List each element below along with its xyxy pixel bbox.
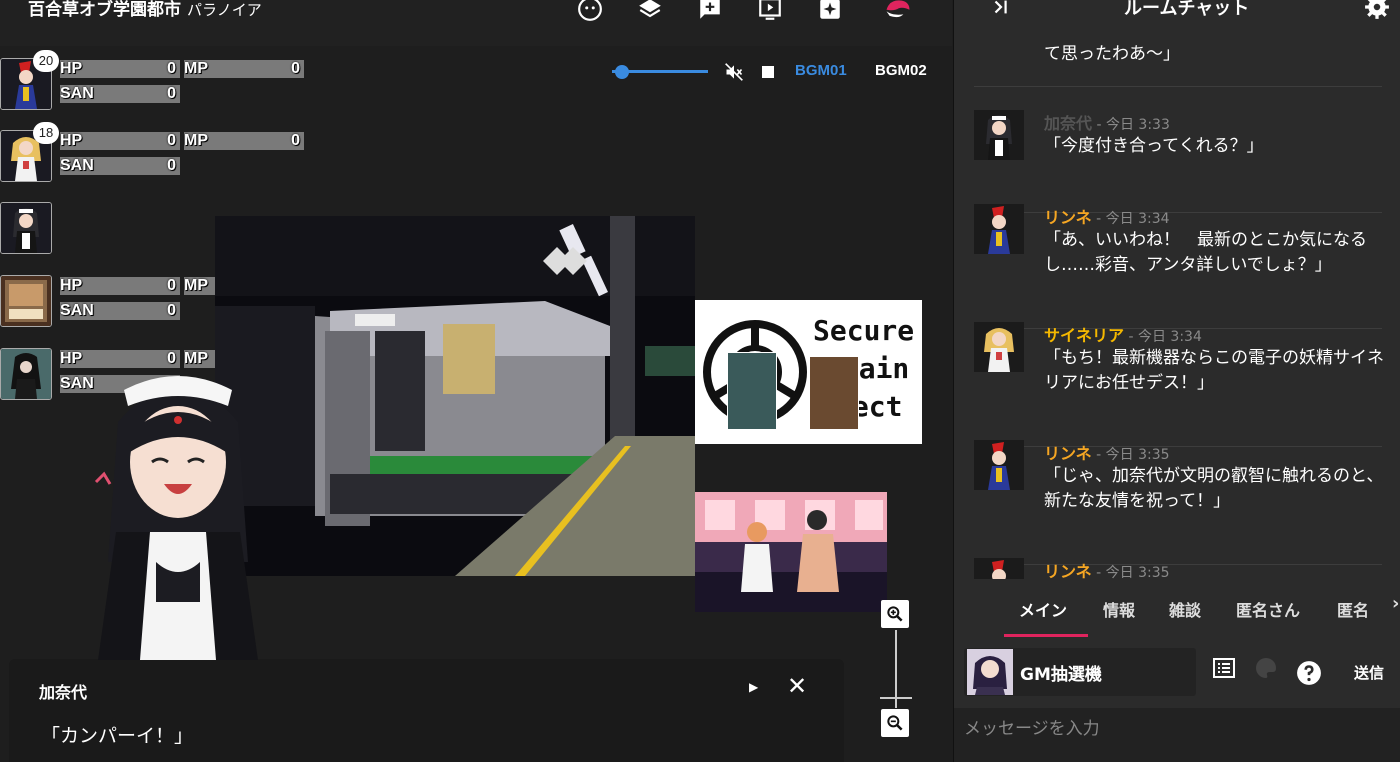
gear-icon[interactable] (1364, 0, 1390, 24)
add-comment-icon[interactable] (697, 0, 723, 22)
zoom-in-icon[interactable] (881, 600, 909, 628)
face-icon[interactable] (577, 0, 603, 22)
character-avatar-agent[interactable] (0, 348, 52, 400)
tab-chatter[interactable]: 雑談 (1169, 597, 1201, 621)
stat-bar: MP0 (184, 60, 304, 78)
brand-logo-icon (881, 0, 915, 22)
tabs-scroll-icon[interactable]: › (1392, 593, 1399, 614)
volume-mute-icon[interactable] (724, 62, 744, 82)
chat-composer: GM抽選機 送信 メッセージを入力 (954, 638, 1400, 762)
chat-message: リンネ - 今日 3:34 「あ、いいわね！ 最新のとこか気になるし……彩音、ア… (974, 204, 1382, 329)
chat-message-list[interactable]: て思ったわあ～」 加奈代 - 今日 3:33 「今度付き合ってくれる？」 リンネ… (954, 34, 1400, 579)
room-toolbar: 百合草オブ学園都市 パラノイア (0, 0, 952, 46)
character-badge: 18 (33, 122, 59, 144)
stat-bar: SAN0 (60, 157, 180, 175)
list-icon[interactable] (1212, 656, 1236, 684)
avatar (974, 440, 1024, 490)
message-speaker: 加奈代 (39, 683, 88, 702)
stat-bar: SAN0 (60, 302, 180, 320)
layers-icon[interactable] (637, 0, 663, 22)
tab-anonymous-2[interactable]: 匿名 (1337, 597, 1369, 621)
stat-bar: MP0 (184, 132, 304, 150)
chat-message: リンネ - 今日 3:35 (974, 558, 1382, 579)
character-avatar-card[interactable] (0, 275, 52, 327)
stat-bar: SAN0 (60, 85, 180, 103)
palette-icon[interactable] (1254, 656, 1278, 684)
tab-info[interactable]: 情報 (1103, 597, 1135, 621)
scp-logo-card[interactable]: Secure ntain tect (695, 300, 922, 444)
chat-message: て思ったわあ～」 (974, 34, 1382, 87)
chat-message: リンネ - 今日 3:35 「じゃ、加奈代が文明の叡智に触れるのと、新たな友情を… (974, 440, 1383, 565)
message-text: 「カンパーイ！」 (41, 725, 194, 747)
chat-message: 加奈代 - 今日 3:33 「今度付き合ってくれる？」 (974, 110, 1382, 213)
avatar (974, 322, 1024, 372)
stat-bar: HP 0 (60, 60, 180, 78)
collapse-panel-icon[interactable] (990, 0, 1012, 23)
chat-message: サイネリア - 今日 3:34 「もち！最新機器ならこの電子の妖精サイネリアにお… (974, 322, 1384, 447)
agent-card-piece[interactable] (727, 352, 777, 430)
bgm-volume-slider[interactable] (614, 65, 629, 79)
bgm-track-1[interactable]: BGM01 (795, 62, 847, 79)
send-button[interactable]: 送信 (1354, 662, 1384, 683)
tab-anonymous[interactable]: 匿名さん (1236, 597, 1300, 621)
avatar (967, 649, 1013, 695)
character-portrait-kanayo[interactable] (88, 362, 268, 660)
character-badge: 20 (33, 50, 59, 72)
chat-header: ルームチャット (954, 0, 1400, 34)
stat-bar: HP 0 (60, 132, 180, 150)
message-window: 加奈代 「カンパーイ！」 ▶ ✕ (9, 659, 844, 762)
speaker-selector[interactable]: GM抽選機 (964, 648, 1196, 696)
bgm-track-2[interactable]: BGM02 (875, 62, 927, 79)
magic-icon[interactable] (817, 0, 843, 22)
tab-main[interactable]: メイン (1019, 597, 1067, 621)
help-icon[interactable] (1296, 660, 1322, 690)
card-piece[interactable] (809, 356, 859, 430)
avatar (974, 558, 1024, 579)
close-icon[interactable]: ✕ (787, 674, 807, 698)
classroom-scene-card[interactable] (695, 492, 887, 612)
character-avatar-kanayo[interactable] (0, 202, 52, 254)
room-chat-panel: ルームチャット て思ったわあ～」 加奈代 - 今日 3:33 「今度付き合ってく… (953, 0, 1400, 762)
stop-icon[interactable] (762, 66, 774, 78)
chat-tabs: メイン 情報 雑談 匿名さん 匿名 › (954, 579, 1400, 638)
avatar (974, 204, 1024, 254)
speaker-name: GM抽選機 (1020, 665, 1102, 685)
message-input[interactable]: メッセージを入力 (954, 708, 1400, 762)
slideshow-icon[interactable] (757, 0, 783, 22)
room-title: 百合草オブ学園都市 パラノイア (28, 0, 262, 20)
stat-bar: HP 0 (60, 277, 180, 295)
zoom-out-icon[interactable] (881, 709, 909, 737)
active-tab-indicator (1004, 634, 1088, 637)
chat-title: ルームチャット (1124, 0, 1250, 19)
zoom-slider-handle[interactable] (880, 697, 912, 699)
next-icon[interactable]: ▶ (749, 680, 758, 694)
avatar (974, 110, 1024, 160)
background-scene-station (215, 216, 695, 576)
